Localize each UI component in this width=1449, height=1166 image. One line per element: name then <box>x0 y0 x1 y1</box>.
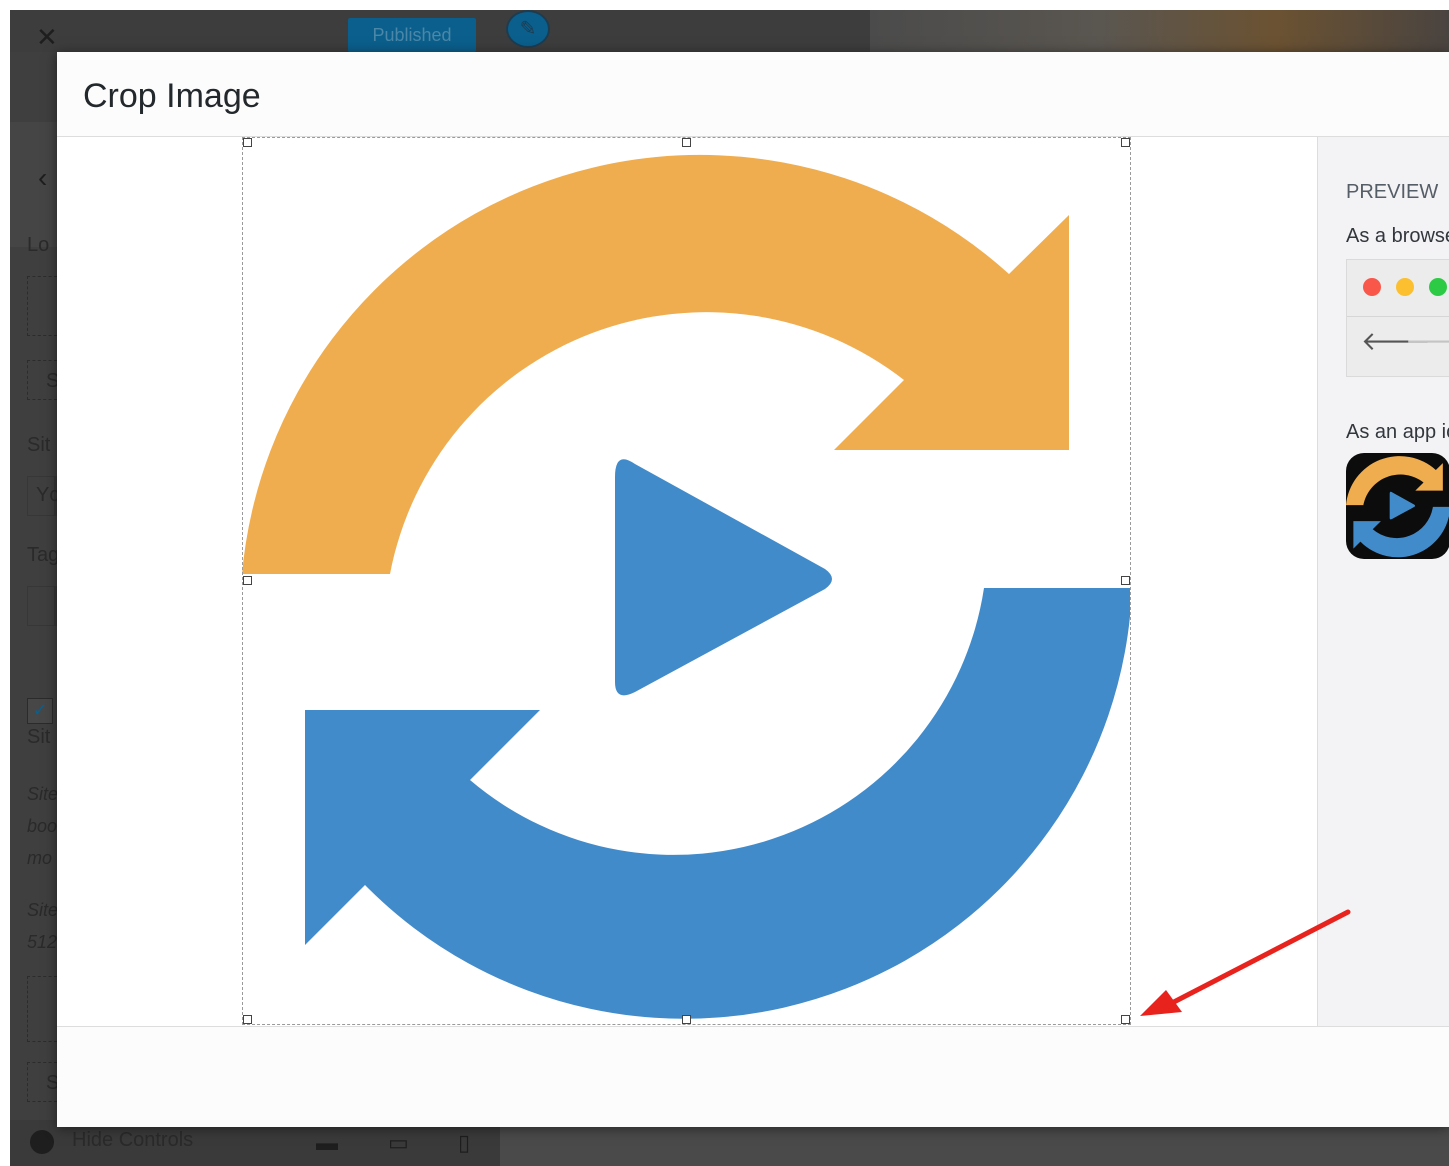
sidebar-fragment: Yc <box>36 484 60 506</box>
browser-divider <box>1347 316 1449 317</box>
crop-area[interactable] <box>57 137 1317 1025</box>
sidebar-fragment: Site <box>27 784 59 804</box>
app-icon-preview-label: As an app ic <box>1346 421 1449 443</box>
sidebar-fragment: Sit <box>27 434 51 456</box>
crop-selection[interactable] <box>242 137 1131 1025</box>
checkbox-icon: ✓ <box>27 698 53 724</box>
browser-preview-label: As a browse <box>1346 225 1449 247</box>
app-icon-logo <box>1346 456 1449 558</box>
back-chevron-icon: ‹ <box>38 162 48 193</box>
mobile-icon: ▯ <box>458 1130 471 1155</box>
pencil-icon: ✎ <box>506 10 550 48</box>
crop-handle-right[interactable] <box>1121 576 1130 585</box>
tablet-icon: ▭ <box>388 1130 409 1155</box>
close-dot-icon <box>1363 278 1381 296</box>
desktop-icon: ▬ <box>316 1130 338 1155</box>
sidebar-fragment: Tag <box>27 544 60 566</box>
modal-footer <box>57 1026 1449 1127</box>
browser-preview: 🡐 🡒 <box>1346 259 1449 377</box>
sidebar-fragment: 512 <box>27 932 58 952</box>
sidebar-dropzone <box>27 276 57 336</box>
sidebar-fragment: boo <box>27 816 58 836</box>
sidebar-fragment: Site <box>27 900 59 920</box>
hide-controls-icon <box>30 1130 54 1154</box>
close-icon: ✕ <box>36 22 58 52</box>
crop-image-modal: Crop Image PREVIEW As a browse 🡐 🡒 <box>57 52 1449 1127</box>
crop-handle-top-left[interactable] <box>243 138 252 147</box>
preview-sidebar: PREVIEW As a browse 🡐 🡒 As an app ic <box>1317 137 1449 1026</box>
panel-header <box>10 122 58 247</box>
minimize-dot-icon <box>1396 278 1414 296</box>
crop-handle-bottom-left[interactable] <box>243 1015 252 1024</box>
crop-handle-top-right[interactable] <box>1121 138 1130 147</box>
maximize-dot-icon <box>1429 278 1447 296</box>
sidebar-input <box>27 586 57 626</box>
crop-handle-bottom[interactable] <box>682 1015 691 1024</box>
app-icon-preview <box>1346 453 1449 559</box>
crop-handle-bottom-right[interactable] <box>1121 1015 1130 1024</box>
modal-header: Crop Image <box>57 52 1449 137</box>
hide-controls-label: Hide Controls <box>72 1129 194 1151</box>
site-preview-strip <box>870 10 1449 52</box>
sidebar-fragment: Sit <box>27 726 51 748</box>
crop-handle-top[interactable] <box>682 138 691 147</box>
published-button: Published <box>348 18 476 52</box>
modal-title: Crop Image <box>83 77 261 115</box>
crop-handle-left[interactable] <box>243 576 252 585</box>
sidebar-fragment: Lo <box>27 234 50 256</box>
forward-arrow-icon: 🡒 <box>1405 326 1449 356</box>
sidebar-dropzone <box>27 976 57 1042</box>
preview-heading: PREVIEW <box>1346 181 1439 203</box>
sidebar-fragment: mo <box>27 848 53 868</box>
